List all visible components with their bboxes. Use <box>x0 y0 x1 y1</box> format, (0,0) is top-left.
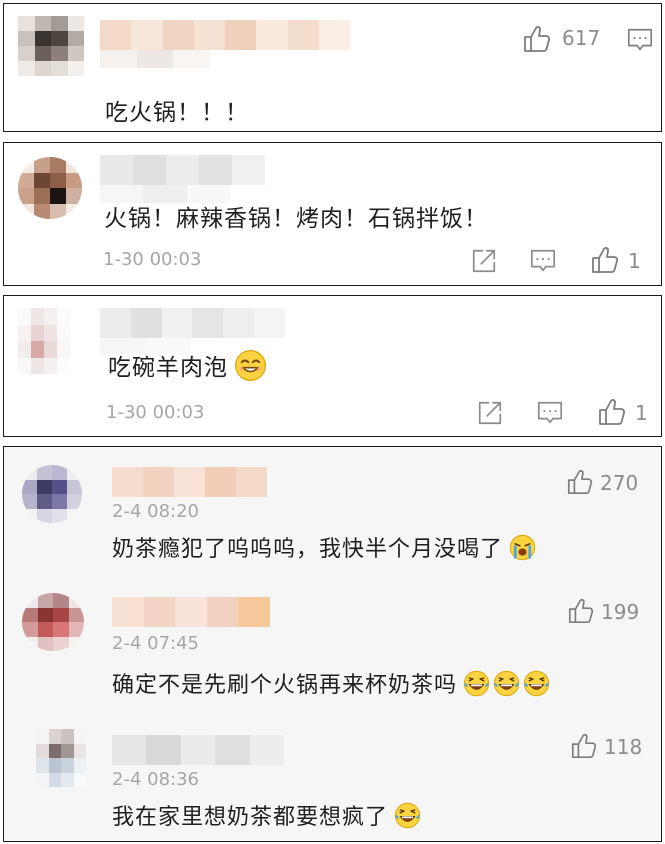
laugh-cry-emoji <box>463 670 490 697</box>
timestamp: 2-4 07:45 <box>112 633 199 654</box>
laugh-cry-emoji <box>523 670 550 697</box>
comment-card: 617 吃火锅！！！ <box>3 3 662 132</box>
username-sub <box>100 50 211 68</box>
reply-text: 奶茶瘾犯了呜呜呜，我快半个月没喝了 <box>112 531 536 563</box>
like-icon[interactable] <box>590 245 620 275</box>
like-count: 1 <box>635 401 648 425</box>
username[interactable] <box>112 597 270 627</box>
like-count: 1 <box>628 249 641 273</box>
laugh-cry-emoji <box>493 670 520 697</box>
avatar[interactable] <box>36 729 86 787</box>
comment-text: 火锅！麻辣香锅！烤肉！石锅拌饭！ <box>104 206 488 232</box>
avatar[interactable] <box>18 308 70 374</box>
username[interactable] <box>112 735 285 765</box>
comment-text: 吃碗羊肉泡 <box>108 348 267 382</box>
timestamp: 1-30 00:03 <box>106 402 205 423</box>
like-icon[interactable] <box>567 597 595 625</box>
like-icon[interactable] <box>570 732 598 760</box>
like-icon[interactable] <box>522 24 552 54</box>
like-icon[interactable] <box>566 468 594 496</box>
reply-text: 我在家里想奶茶都要想疯了 <box>112 799 421 831</box>
replies-card: 2-4 08:20 270 奶茶瘾犯了呜呜呜，我快半个月没喝了 2-4 07:4… <box>3 446 662 842</box>
comment-icon[interactable] <box>536 399 564 427</box>
share-icon[interactable] <box>476 399 504 427</box>
timestamp: 1-30 00:03 <box>103 249 202 270</box>
timestamp: 2-4 08:36 <box>112 769 199 790</box>
like-icon[interactable] <box>597 397 627 427</box>
avatar[interactable] <box>18 157 82 219</box>
like-count: 118 <box>604 735 643 759</box>
comment-text: 吃火锅！！！ <box>105 100 249 126</box>
avatar[interactable] <box>22 465 82 523</box>
like-count: 617 <box>562 26 601 50</box>
laugh-cry-emoji <box>394 802 421 829</box>
timestamp: 2-4 08:20 <box>112 501 199 522</box>
share-icon[interactable] <box>470 247 498 275</box>
comment-card: 吃碗羊肉泡 1-30 00:03 1 <box>3 295 662 437</box>
avatar[interactable] <box>22 593 84 651</box>
username[interactable] <box>100 20 350 50</box>
like-count: 199 <box>601 600 640 624</box>
comment-icon[interactable] <box>626 26 654 54</box>
avatar[interactable] <box>18 16 84 76</box>
crying-emoji <box>509 534 536 561</box>
username[interactable] <box>100 308 285 338</box>
username[interactable] <box>100 155 265 185</box>
username[interactable] <box>112 467 267 497</box>
comment-icon[interactable] <box>529 247 557 275</box>
like-count: 270 <box>600 471 639 495</box>
smile-emoji <box>234 349 267 382</box>
comment-card: 火锅！麻辣香锅！烤肉！石锅拌饭！ 1-30 00:03 1 <box>3 142 662 286</box>
reply-text: 确定不是先刷个火锅再来杯奶茶吗 <box>112 667 550 699</box>
